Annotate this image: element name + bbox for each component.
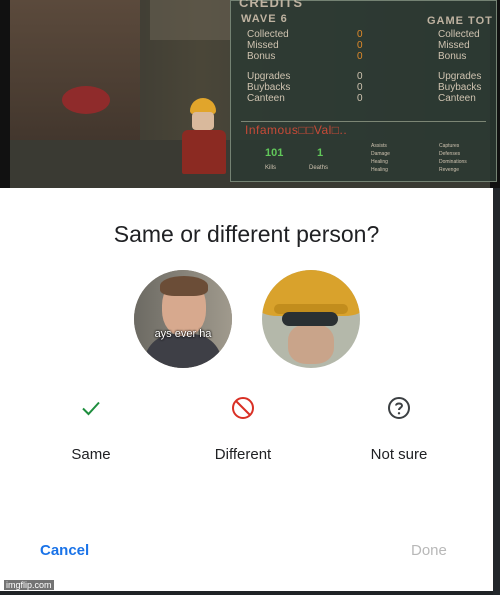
same-label: Same	[71, 446, 111, 463]
wave-row: Collected	[247, 29, 289, 40]
game-screenshot-background: CREDITS WAVE 6 GAME TOT Collected Missed…	[0, 0, 500, 190]
block-icon	[232, 397, 254, 419]
same-option[interactable]: Same	[31, 396, 151, 463]
dialog-title: Same or different person?	[113, 221, 380, 247]
not-sure-label: Not sure	[370, 446, 428, 463]
stat-label: Healing	[371, 167, 388, 173]
not-sure-option[interactable]: Not sure	[339, 396, 459, 463]
wave-row: Buybacks	[247, 82, 291, 93]
stat-label: Defenses	[439, 151, 461, 157]
kills-value: 101	[265, 147, 284, 159]
total-row: Bonus	[438, 51, 467, 62]
deaths-label: Deaths	[309, 165, 329, 171]
different-option[interactable]: Different	[183, 396, 303, 463]
wave-value: 0	[357, 29, 363, 40]
screen-edge	[493, 188, 500, 595]
wave-row: Upgrades	[247, 71, 291, 82]
wave-row: Bonus	[247, 51, 276, 62]
check-icon	[82, 401, 100, 416]
different-label: Different	[214, 446, 272, 463]
stat-label: Revenge	[439, 167, 460, 173]
engineer-character	[178, 98, 236, 178]
total-row: Canteen	[438, 93, 476, 104]
done-button[interactable]: Done	[411, 542, 447, 559]
avatar-caption: ays ever ha	[154, 328, 212, 340]
player-name: Infamous□□Val□..	[245, 123, 348, 137]
wave-value: 0	[357, 93, 363, 104]
kills-label: Kills	[265, 165, 277, 171]
stat-label: Captures	[439, 143, 460, 149]
wave-value: 0	[357, 40, 363, 51]
wave-label: WAVE 6	[241, 13, 288, 25]
total-row: Buybacks	[438, 82, 482, 93]
wave-value: 0	[357, 71, 363, 82]
total-row: Missed	[438, 40, 470, 51]
compare-faces-dialog: Same or different person? ays ever ha Sa…	[0, 188, 493, 591]
wave-row: Canteen	[247, 93, 285, 104]
edge-bar-left	[0, 0, 10, 190]
total-row: Upgrades	[438, 71, 482, 82]
total-row: Collected	[438, 29, 480, 40]
watermark: imgflip.com	[4, 580, 54, 590]
person-avatar-1: ays ever ha	[134, 270, 232, 368]
stat-label: Damage	[371, 151, 390, 157]
total-label: GAME TOT	[427, 15, 493, 27]
credits-panel: CREDITS WAVE 6 GAME TOT Collected Missed…	[230, 0, 497, 182]
wave-row: Missed	[247, 40, 279, 51]
stat-label: Assists	[371, 143, 387, 149]
cancel-button[interactable]: Cancel	[40, 542, 89, 559]
wave-value: 0	[357, 51, 363, 62]
red-mat	[62, 86, 110, 114]
person-avatar-2	[262, 270, 360, 368]
deaths-value: 1	[317, 147, 324, 159]
wave-value: 0	[357, 82, 363, 93]
help-circle-icon	[388, 397, 410, 419]
panel-title: CREDITS	[239, 0, 304, 10]
stat-label: Healing	[371, 159, 388, 165]
stat-label: Dominations	[439, 159, 467, 165]
panel-divider	[241, 121, 486, 122]
